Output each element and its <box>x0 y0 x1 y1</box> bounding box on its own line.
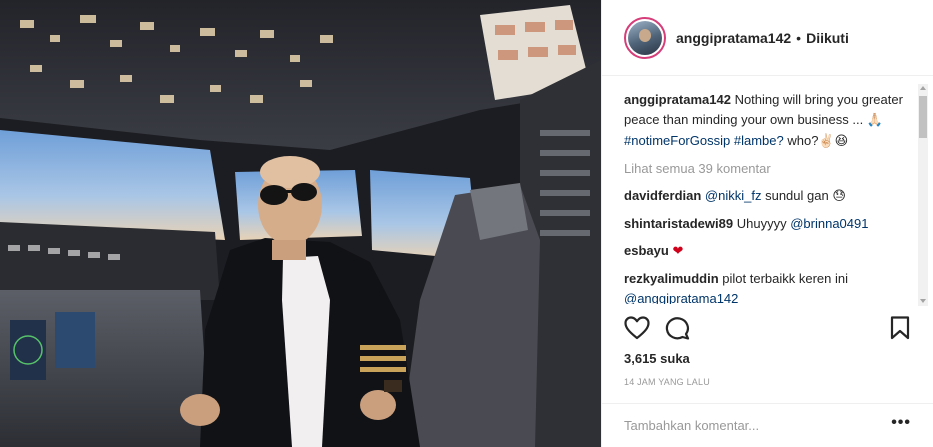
scroll-up-arrow-icon[interactable] <box>920 86 926 90</box>
comment-item: shintaristadewi89 Uhuyyyy @brinna0491 <box>624 214 912 234</box>
avatar[interactable] <box>624 16 666 59</box>
comments-scrollbar[interactable] <box>918 84 928 306</box>
comment-mention[interactable]: @nikki_fz <box>705 188 762 203</box>
add-comment-input[interactable]: Tambahkan komentar... <box>624 418 759 433</box>
post-caption: anggipratama142 Nothing will bring you g… <box>624 90 912 152</box>
hashtag-notimeforgossip[interactable]: #notimeForGossip <box>624 133 730 148</box>
comment-icon[interactable] <box>665 316 691 345</box>
comment-username[interactable]: shintaristadewi89 <box>624 216 733 231</box>
likes-count[interactable]: 3,615 suka <box>624 351 690 366</box>
post-timestamp: 14 JAM YANG LALU <box>624 377 710 387</box>
comment-item: davidferdian @nikki_fz sundul gan 😓 <box>624 186 912 207</box>
comment-username[interactable]: rezkyalimuddin <box>624 271 719 286</box>
follow-status[interactable]: Diikuti <box>806 30 849 46</box>
action-bar <box>624 316 920 342</box>
cockpit-photo <box>0 0 601 447</box>
sweat-emoji: 😓 <box>832 189 846 204</box>
more-options-icon[interactable]: ••• <box>891 414 911 432</box>
comment-item: esbayu ❤ <box>624 241 912 262</box>
post-photo[interactable] <box>0 0 601 447</box>
comment-username[interactable]: davidferdian <box>624 188 701 203</box>
bookmark-icon[interactable] <box>890 316 910 345</box>
caption-author[interactable]: anggipratama142 <box>624 92 731 107</box>
post-sidebar: anggipratama142 • Diikuti anggipratama14… <box>601 0 933 447</box>
comment-item: rezkyalimuddin pilot terbaikk keren ini … <box>624 269 912 304</box>
heart-icon[interactable] <box>624 316 650 345</box>
comment-text: sundul gan <box>765 188 829 203</box>
victory-laugh-emoji: ✌🏻😆 <box>818 134 849 149</box>
scroll-thumb[interactable] <box>919 96 927 138</box>
view-all-comments-link[interactable]: Lihat semua 39 komentar <box>624 159 912 179</box>
comment-mention[interactable]: @anggipratama142 <box>624 291 738 304</box>
add-comment-bar: Tambahkan komentar... ••• <box>602 403 933 447</box>
post-header: anggipratama142 • Diikuti <box>602 0 933 76</box>
hashtag-lambe[interactable]: #lambe? <box>734 133 784 148</box>
caption-text-2: who? <box>787 133 819 148</box>
separator-dot: • <box>796 29 802 46</box>
author-username[interactable]: anggipratama142 <box>676 30 791 46</box>
comment-text: Uhuyyyy <box>736 216 787 231</box>
pray-emoji: 🙏🏻 <box>866 113 884 128</box>
avatar-image <box>628 20 662 55</box>
comments-list[interactable]: anggipratama142 Nothing will bring you g… <box>624 90 912 304</box>
comment-username[interactable]: esbayu <box>624 243 669 258</box>
instagram-post: anggipratama142 • Diikuti anggipratama14… <box>0 0 933 447</box>
heart-emoji: ❤ <box>672 244 684 259</box>
scroll-down-arrow-icon[interactable] <box>920 299 926 303</box>
comment-text: pilot terbaikk keren ini <box>722 271 848 286</box>
comment-mention[interactable]: @brinna0491 <box>790 216 868 231</box>
